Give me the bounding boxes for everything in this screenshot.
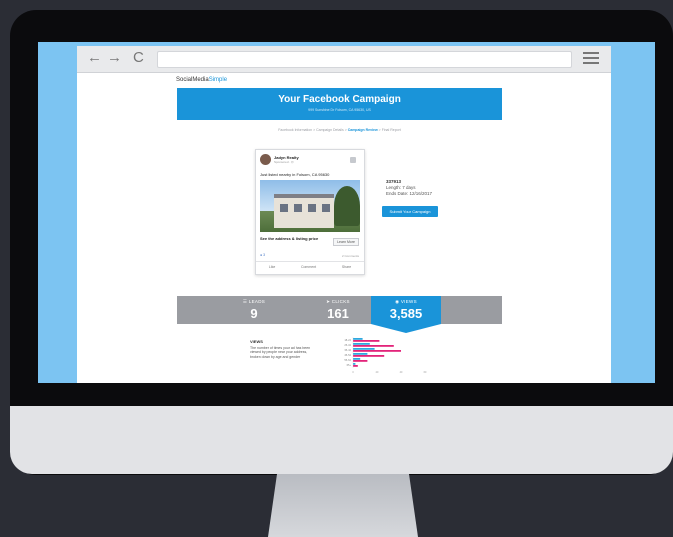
bar-1-35-44 <box>353 350 401 352</box>
hamburger-menu-icon[interactable] <box>583 52 599 65</box>
bar-0-55-64 <box>353 358 361 360</box>
step-3-active[interactable]: Campaign Review <box>348 128 378 132</box>
house-image <box>274 194 334 228</box>
tick-label-25-34: 25-34 <box>344 343 351 347</box>
stat-views[interactable]: ◉ VIEWS 3,585 <box>371 296 441 324</box>
post-sponsored-label: Sponsored · ⛭ <box>274 160 294 164</box>
tree-image <box>334 186 360 226</box>
bar-1-65+ <box>353 365 358 367</box>
bar-0-65+ <box>353 363 356 365</box>
reaction-count: ● 3 <box>260 253 266 257</box>
post-text: Just listed nearby in Folsom, CA 95630 <box>260 172 330 177</box>
bar-1-18-24 <box>353 340 380 342</box>
active-stat-pointer <box>371 324 441 333</box>
x-tick-0: 0 <box>352 371 354 374</box>
stat-views-value: 3,585 <box>389 306 423 321</box>
forward-icon[interactable]: → <box>107 49 122 67</box>
bar-0-45-54 <box>353 353 368 355</box>
bar-0-35-44 <box>353 348 375 350</box>
bar-1-55-64 <box>353 360 368 362</box>
views-body: The number of times your ad has been vie… <box>250 345 311 359</box>
monitor-chin <box>10 406 673 474</box>
stat-leads-value: 9 <box>250 306 258 321</box>
site-logo[interactable]: SocialMediaSimple <box>176 77 227 83</box>
facebook-ad-preview: Jadyn Realty Sponsored · ⛭ Just listed n… <box>255 149 365 275</box>
monitor-stand <box>268 474 418 537</box>
campaign-length: Length: 7 days <box>386 185 416 190</box>
x-tick-40: 40 <box>400 371 403 374</box>
campaign-banner: Your Facebook Campaign 999 Sunshine Dr F… <box>177 88 502 120</box>
comment-count[interactable]: 2 Comments <box>342 254 359 258</box>
bar-0-18-24 <box>353 338 363 340</box>
stat-clicks[interactable]: ➤ CLICKS 161 <box>303 296 373 321</box>
post-actions: Like Comment Share <box>256 261 364 271</box>
browser-window: ← → C SocialMediaSimple Your Facebook Ca… <box>77 46 611 383</box>
logo-text-prefix: SocialMedia <box>176 77 209 83</box>
comment-button[interactable]: Comment <box>301 265 316 269</box>
x-tick-20: 20 <box>376 371 379 374</box>
tick-label-18-24: 18-24 <box>344 338 351 342</box>
reload-icon[interactable]: C <box>133 49 144 67</box>
campaign-end-date: Ends Date: 12/16/2017 <box>386 191 433 196</box>
bar-0-25-34 <box>353 343 370 345</box>
back-icon[interactable]: ← <box>87 49 102 67</box>
avatar <box>260 154 271 165</box>
learn-more-button[interactable]: Learn More <box>333 238 359 246</box>
bar-1-45-54 <box>353 355 385 357</box>
breadcrumb: Facebook Information > Campaign Details … <box>278 128 401 132</box>
views-demographics-chart: 18-2425-3435-4445-5455-6465+ 0 20 40 60 <box>344 337 427 374</box>
stats-bar: ☰ LEADS 9 ➤ CLICKS 161 ◉ VIEWS 3,585 <box>177 296 502 324</box>
address-bar[interactable] <box>157 51 572 68</box>
listing-photo <box>260 180 360 232</box>
tick-label-45-54: 45-54 <box>344 353 351 357</box>
bar-1-25-34 <box>353 345 394 347</box>
stat-leads[interactable]: ☰ LEADS 9 <box>219 296 289 321</box>
like-page-icon[interactable] <box>350 157 356 163</box>
views-description: VIEWS The number of times your ad has be… <box>250 339 314 359</box>
campaign-id: 337913 <box>386 179 402 184</box>
eye-icon-label: ◉ VIEWS <box>395 299 417 304</box>
step-1[interactable]: Facebook Information <box>278 128 312 132</box>
cursor-icon-label: ➤ CLICKS <box>326 299 350 304</box>
like-button[interactable]: Like <box>269 265 275 269</box>
views-heading: VIEWS <box>250 339 263 344</box>
tick-label-55-64: 55-64 <box>344 358 351 362</box>
monitor-screen: ← → C SocialMediaSimple Your Facebook Ca… <box>38 42 655 383</box>
logo-text-suffix: Simple <box>208 77 228 83</box>
browser-toolbar: ← → C <box>77 46 611 73</box>
tick-label-65+: 65+ <box>347 363 352 367</box>
step-2[interactable]: Campaign Details <box>316 128 344 132</box>
ad-headline: See the address & listing price <box>260 236 319 241</box>
share-button[interactable]: Share <box>342 265 351 269</box>
campaign-details: 337913 Length: 7 days Ends Date: 12/16/2… <box>386 179 432 197</box>
tick-label-35-44: 35-44 <box>344 348 351 352</box>
submit-campaign-button[interactable]: Submit Your Campaign <box>382 206 438 217</box>
page-subtitle: 999 Sunshine Dr Folsom, CA 95630, US <box>308 108 371 112</box>
page-title: Your Facebook Campaign <box>278 94 401 105</box>
step-4[interactable]: Final Report <box>382 128 401 132</box>
x-tick-60: 60 <box>424 371 427 374</box>
list-icon-label: ☰ LEADS <box>242 299 266 304</box>
stat-clicks-value: 161 <box>327 306 349 321</box>
